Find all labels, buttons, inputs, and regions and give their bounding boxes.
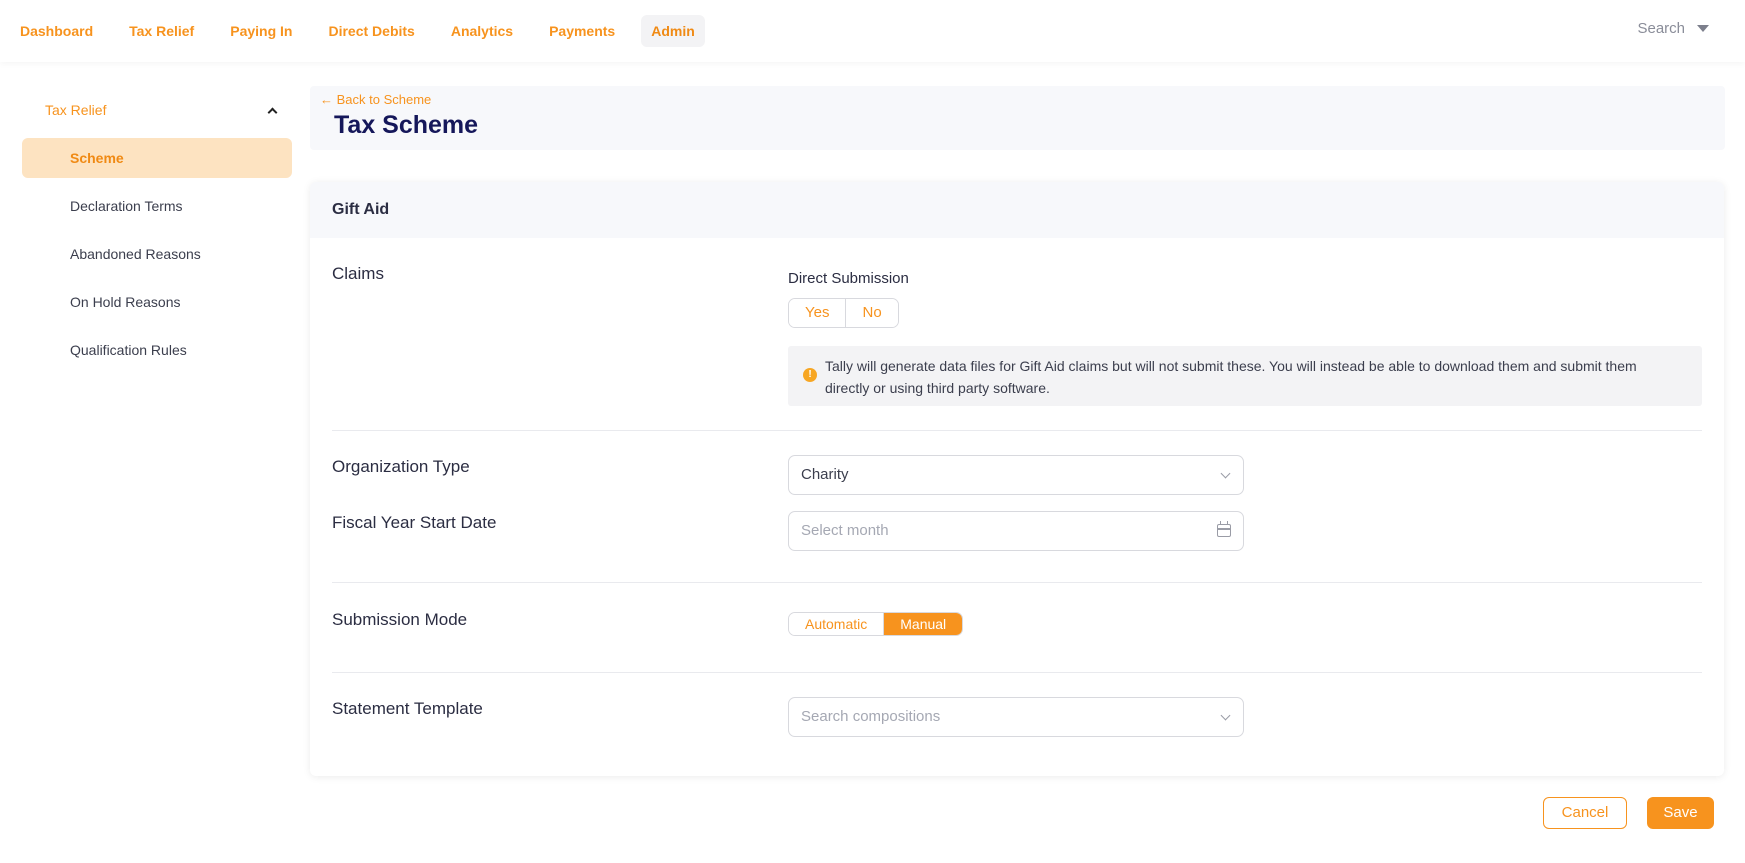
calendar-icon bbox=[1217, 521, 1231, 537]
top-navigation: Dashboard Tax Relief Paying In Direct De… bbox=[0, 0, 1745, 62]
sidebar-group-label: Tax Relief bbox=[45, 102, 107, 118]
fiscal-year-start-picker[interactable]: Select month bbox=[788, 511, 1244, 551]
sidebar-item-on-hold-reasons[interactable]: On Hold Reasons bbox=[22, 282, 292, 322]
chevron-down-icon bbox=[1220, 710, 1231, 721]
divider bbox=[332, 430, 1702, 431]
nav-tax-relief[interactable]: Tax Relief bbox=[119, 15, 204, 47]
search-dropdown[interactable]: Search bbox=[1637, 20, 1709, 37]
organization-type-select[interactable]: Charity bbox=[788, 455, 1244, 495]
divider bbox=[332, 672, 1702, 673]
sidebar: Tax Relief Scheme Declaration Terms Aban… bbox=[22, 90, 292, 370]
sidebar-group-tax-relief[interactable]: Tax Relief bbox=[22, 90, 292, 130]
chevron-up-icon bbox=[267, 107, 278, 117]
sidebar-item-abandoned-reasons[interactable]: Abandoned Reasons bbox=[22, 234, 292, 274]
nav-analytics[interactable]: Analytics bbox=[441, 15, 523, 47]
nav-admin[interactable]: Admin bbox=[641, 15, 705, 47]
save-button[interactable]: Save bbox=[1647, 797, 1714, 829]
submission-mode-label: Submission Mode bbox=[332, 610, 468, 629]
back-to-scheme-link[interactable]: ← Back to Scheme bbox=[320, 92, 431, 107]
chevron-down-icon bbox=[1220, 468, 1231, 479]
nav-dashboard[interactable]: Dashboard bbox=[10, 15, 103, 47]
sidebar-item-qualification-rules[interactable]: Qualification Rules bbox=[22, 330, 292, 370]
submission-mode-toggle: Automatic Manual bbox=[788, 612, 964, 636]
gift-aid-card: Gift Aid Claims Direct Submission Yes No… bbox=[310, 182, 1724, 776]
statement-template-select[interactable]: Search compositions bbox=[788, 697, 1244, 737]
statement-template-label: Statement Template bbox=[332, 699, 483, 718]
info-notice: ! Tally will generate data files for Gif… bbox=[788, 346, 1702, 406]
warning-icon: ! bbox=[803, 368, 817, 382]
card-title: Gift Aid bbox=[310, 182, 1724, 238]
manual-button[interactable]: Manual bbox=[883, 613, 963, 635]
fiscal-year-start-label: Fiscal Year Start Date bbox=[332, 513, 497, 532]
info-text: Tally will generate data files for Gift … bbox=[825, 358, 1637, 396]
search-label: Search bbox=[1637, 20, 1685, 37]
yes-button[interactable]: Yes bbox=[789, 299, 846, 327]
arrow-left-icon: ← bbox=[320, 92, 333, 107]
cancel-button[interactable]: Cancel bbox=[1543, 797, 1627, 829]
organization-type-value: Charity bbox=[801, 466, 849, 483]
page-header: ← Back to Scheme Tax Scheme bbox=[310, 86, 1725, 150]
statement-template-placeholder: Search compositions bbox=[801, 708, 941, 725]
divider bbox=[332, 582, 1702, 583]
sidebar-item-declaration-terms[interactable]: Declaration Terms bbox=[22, 186, 292, 226]
back-link-label: Back to Scheme bbox=[336, 92, 432, 107]
direct-submission-label: Direct Submission bbox=[788, 270, 909, 287]
caret-down-icon bbox=[1697, 25, 1709, 32]
no-button[interactable]: No bbox=[845, 299, 898, 327]
claims-label: Claims bbox=[332, 264, 384, 283]
nav-direct-debits[interactable]: Direct Debits bbox=[318, 15, 424, 47]
fiscal-year-placeholder: Select month bbox=[801, 522, 889, 539]
page-title: Tax Scheme bbox=[334, 111, 479, 139]
direct-submission-toggle: Yes No bbox=[788, 298, 899, 328]
nav-paying-in[interactable]: Paying In bbox=[220, 15, 302, 47]
sidebar-item-scheme[interactable]: Scheme bbox=[22, 138, 292, 178]
organization-type-label: Organization Type bbox=[332, 457, 470, 476]
nav-payments[interactable]: Payments bbox=[539, 15, 625, 47]
automatic-button[interactable]: Automatic bbox=[789, 613, 884, 635]
